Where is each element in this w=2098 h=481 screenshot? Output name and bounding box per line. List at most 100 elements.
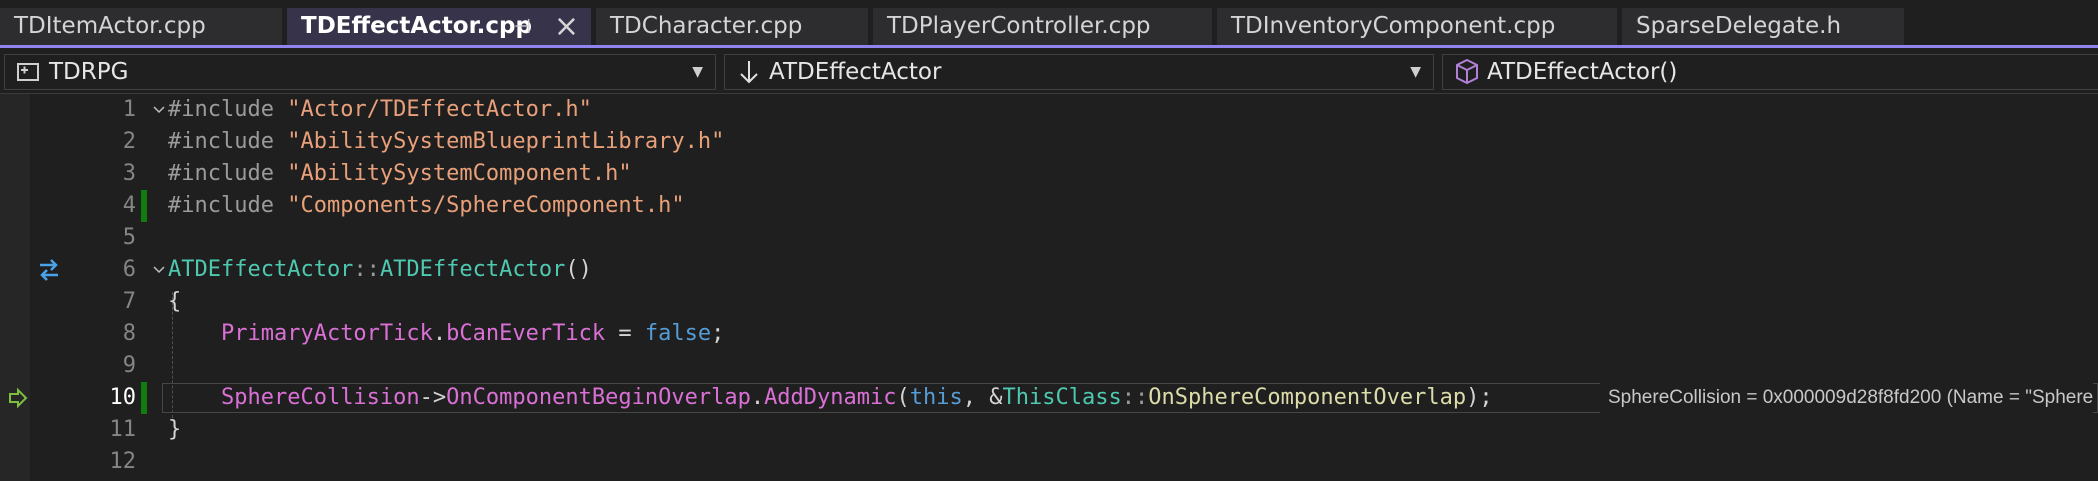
semicolon: ;: [711, 321, 725, 346]
open-brace: {: [168, 289, 182, 314]
function-name: OnSphereComponentOverlap: [1148, 385, 1467, 410]
line-number: 12: [109, 449, 137, 474]
tab-tdinventorycomponent[interactable]: TDInventoryComponent.cpp: [1217, 8, 1617, 45]
tab-label: TDPlayerController.cpp: [887, 13, 1151, 39]
scope-name: ATDEffectActor: [769, 59, 942, 85]
tab-label: TDItemActor.cpp: [14, 13, 206, 39]
close-icon[interactable]: ×: [554, 8, 579, 45]
include-path: "AbilitySystemBlueprintLibrary.h": [287, 129, 725, 154]
code-text: #include "Components/SphereComponent.h": [168, 190, 685, 222]
class-name: ATDEffectActor: [168, 257, 354, 282]
preprocessor-directive: #include: [168, 97, 288, 122]
line-number: 9: [122, 353, 136, 378]
class-alias: ThisClass: [1002, 385, 1122, 410]
project-icon: [17, 63, 39, 81]
change-indicator: [141, 190, 147, 222]
include-path: "AbilitySystemComponent.h": [287, 161, 632, 186]
method-cube-icon: [1456, 58, 1478, 85]
arrow-operator: ->: [419, 385, 447, 410]
dot-operator: .: [750, 385, 765, 410]
line-number: 10: [109, 385, 137, 410]
keyword-this: this: [909, 385, 963, 410]
pin-icon[interactable]: ⊣: [514, 8, 531, 45]
tab-sparsedelegate[interactable]: SparseDelegate.h: [1622, 8, 1904, 45]
inline-debug-value[interactable]: SphereCollision = 0x000009d28f8fd200 (Na…: [1600, 382, 2094, 414]
code-text: #include "AbilitySystemComponent.h": [168, 158, 632, 190]
line-number: 5: [122, 225, 136, 250]
tab-tdplayercontroller[interactable]: TDPlayerController.cpp: [873, 8, 1212, 45]
change-indicator: [141, 382, 147, 414]
tab-tdeffectactor[interactable]: TDEffectActor.cpp ⊣ ×: [287, 8, 591, 45]
line-number: 3: [122, 161, 136, 186]
preprocessor-directive: #include: [168, 193, 288, 218]
code-text: SphereCollision->OnComponentBeginOverlap…: [168, 382, 1493, 414]
collapse-icon[interactable]: [151, 94, 167, 126]
line-number: 1: [122, 97, 136, 122]
line-number: 11: [109, 417, 137, 442]
code-text: PrimaryActorTick.bCanEverTick = false;: [168, 318, 724, 350]
keyword-false: false: [644, 321, 712, 346]
scope-operator: ::: [353, 257, 380, 282]
parentheses: (): [565, 257, 592, 282]
line-number: 6: [122, 257, 136, 282]
code-line[interactable]: 5: [0, 222, 2098, 254]
preprocessor-directive: #include: [168, 161, 288, 186]
code-line[interactable]: 3 #include "AbilitySystemComponent.h": [0, 158, 2098, 190]
code-line[interactable]: 8 PrimaryActorTick.bCanEverTick = false;: [0, 318, 2098, 350]
member-dropdown[interactable]: ATDEffectActor(): [1442, 54, 2098, 90]
code-text: #include "Actor/TDEffectActor.h": [168, 94, 592, 126]
constructor-name: ATDEffectActor: [379, 257, 566, 282]
delegate-member: OnComponentBeginOverlap: [446, 385, 751, 410]
instruction-pointer-icon[interactable]: [4, 382, 34, 414]
member-field: bCanEverTick: [446, 321, 606, 346]
macro-call: AddDynamic: [764, 385, 897, 410]
include-path: "Components/SphereComponent.h": [287, 193, 685, 218]
member-variable: SphereCollision: [220, 385, 420, 410]
line-number: 4: [122, 193, 136, 218]
navigation-bar: TDRPG ▼ ATDEffectActor ▼ ATDEffectActor(…: [0, 53, 2098, 94]
code-line[interactable]: 2 #include "AbilitySystemBlueprintLibrar…: [0, 126, 2098, 158]
document-tab-strip: TDItemActor.cpp TDEffectActor.cpp ⊣ × TD…: [0, 0, 2098, 48]
assign-operator: =: [605, 321, 645, 346]
tab-tdcharacter[interactable]: TDCharacter.cpp: [596, 8, 868, 45]
close-paren-semicolon: );: [1466, 385, 1493, 410]
code-text: #include "AbilitySystemBlueprintLibrary.…: [168, 126, 724, 158]
arrow-down-icon: [740, 61, 758, 84]
member-name: ATDEffectActor(): [1487, 59, 1678, 85]
code-line[interactable]: 12: [0, 446, 2098, 478]
preprocessor-directive: #include: [168, 129, 288, 154]
code-line[interactable]: 7 {: [0, 286, 2098, 318]
open-paren: (: [896, 385, 910, 410]
code-text: ATDEffectActor::ATDEffectActor(): [168, 254, 592, 286]
dot-operator: .: [432, 321, 447, 346]
code-text: }: [168, 414, 181, 446]
code-line[interactable]: 4 #include "Components/SphereComponent.h…: [0, 190, 2098, 222]
include-path: "Actor/TDEffectActor.h": [287, 97, 592, 122]
project-dropdown[interactable]: TDRPG ▼: [4, 54, 716, 90]
code-line[interactable]: 6 ATDEffectActor::ATDEffectActor(): [0, 254, 2098, 286]
tab-label: TDInventoryComponent.cpp: [1231, 13, 1556, 39]
close-brace: }: [168, 417, 182, 442]
tab-label: SparseDelegate.h: [1636, 13, 1842, 39]
line-number: 8: [122, 321, 136, 346]
chevron-down-icon: ▼: [1410, 64, 1421, 80]
code-line[interactable]: 11 }: [0, 414, 2098, 446]
line-number: 2: [122, 129, 136, 154]
current-code-line[interactable]: 10 SphereCollision->OnComponentBeginOver…: [0, 382, 2098, 414]
code-editor[interactable]: 1 #include "Actor/TDEffectActor.h" 2 #in…: [0, 94, 2098, 481]
tab-label: TDEffectActor.cpp: [301, 13, 532, 39]
project-name: TDRPG: [49, 59, 129, 85]
scope-dropdown[interactable]: ATDEffectActor ▼: [724, 54, 1434, 90]
member-variable: PrimaryActorTick: [220, 321, 433, 346]
code-line[interactable]: 1 #include "Actor/TDEffectActor.h": [0, 94, 2098, 126]
tab-tditemactor[interactable]: TDItemActor.cpp: [0, 8, 282, 45]
comma-ampersand: , &: [962, 385, 1003, 410]
code-line[interactable]: 9: [0, 350, 2098, 382]
code-text: {: [168, 286, 181, 318]
scope-operator: ::: [1121, 385, 1149, 410]
chevron-down-icon: ▼: [692, 64, 703, 80]
line-number: 7: [122, 289, 136, 314]
collapse-icon[interactable]: [151, 254, 167, 286]
